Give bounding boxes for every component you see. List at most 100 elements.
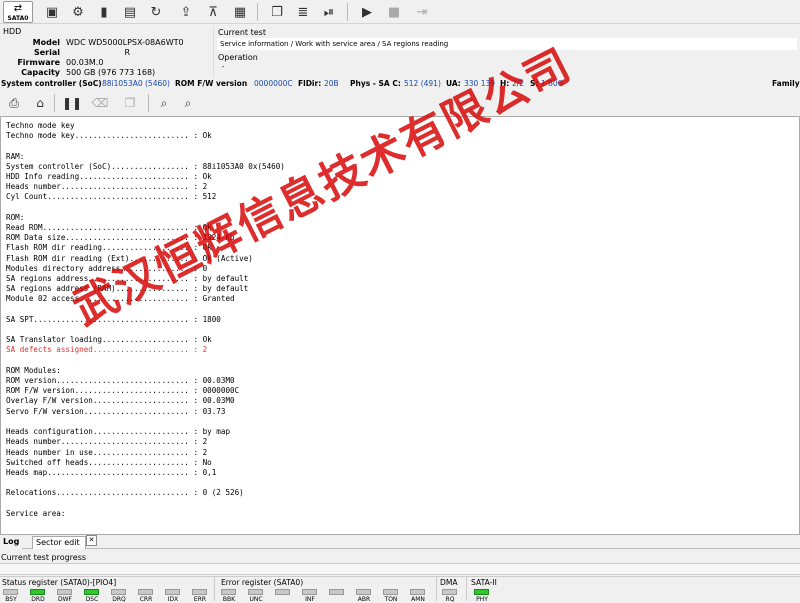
- operation-value: -: [221, 63, 225, 71]
- log-line: Heads map...............................…: [6, 467, 217, 477]
- grid-icon[interactable]: ▦: [230, 2, 250, 22]
- hdd-capacity-row: Capacity 500 GB (976 773 168): [0, 68, 210, 78]
- info-divider: [213, 26, 214, 78]
- sata-port-icon: ⇄: [13, 3, 23, 14]
- close-tab-icon[interactable]: ✕: [86, 535, 97, 546]
- tab-sector-edit[interactable]: Sector edit: [32, 536, 86, 549]
- log-line: Overlay F/W version.....................…: [6, 396, 235, 406]
- progress-label: Current test progress: [1, 553, 87, 562]
- operation-label: Operation: [218, 53, 258, 62]
- log-line: Modules directory address...............…: [6, 263, 208, 273]
- log-line: SA SPT..................................…: [6, 314, 221, 324]
- rom-fw-label: ROM F/W version: [175, 79, 248, 88]
- soc-value: 88i1053A0 (5460): [102, 79, 170, 88]
- log-text: Techno mode key Techno mode key..........…: [6, 121, 285, 519]
- status-led: [356, 589, 371, 595]
- open-log-icon[interactable]: ⌂: [30, 93, 50, 113]
- clear-icon[interactable]: ⌫: [90, 93, 110, 113]
- log-line: ROM Modules:: [6, 365, 61, 375]
- log-line: HDD Info reading........................…: [6, 172, 212, 182]
- status-register-title: Status register (SATA0)-[PIO4]: [2, 578, 117, 587]
- log-line: Flash ROM dir reading (Ext).............…: [6, 253, 253, 263]
- export-icon[interactable]: ⇪: [176, 2, 196, 22]
- hdd-model-key: Model: [32, 38, 60, 47]
- main-toolbar: ⇄ SATA0 ▣ ⚙ ▮ ▤ ↻ ⇪ ⊼ ▦ ❐ ≣ ⏯ ▶ ■ ⇥: [0, 0, 800, 24]
- sata-port-label: SATA0: [7, 15, 29, 22]
- save-icon[interactable]: ▣: [42, 2, 62, 22]
- log-line: Service area:: [6, 508, 66, 518]
- parking-icon[interactable]: ⊼: [203, 2, 223, 22]
- status-led: [57, 589, 72, 595]
- register-divider: [214, 577, 215, 601]
- hdd-serial-row: Serial R: [0, 48, 210, 58]
- step-icon[interactable]: ⏯: [319, 2, 339, 22]
- sata-port-button[interactable]: ⇄ SATA0: [3, 1, 33, 23]
- current-test-label: Current test: [218, 28, 266, 37]
- log-line: Heads number............................…: [6, 182, 208, 192]
- stop-icon[interactable]: ■: [384, 2, 404, 22]
- fldir-value: 20B: [324, 79, 339, 88]
- log-panel[interactable]: Techno mode key Techno mode key..........…: [0, 116, 800, 535]
- h-label: H:: [500, 79, 510, 88]
- log-line: Module 02 access........................…: [6, 294, 235, 304]
- pause-icon[interactable]: ❚❚: [62, 93, 82, 113]
- register-divider: [466, 577, 467, 601]
- soc-label: System controller (SoC): [1, 79, 102, 88]
- log-line: Heads number............................…: [6, 437, 208, 447]
- family-label: Family: [772, 79, 800, 88]
- chip-icon[interactable]: ▮: [94, 2, 114, 22]
- status-led: [275, 589, 290, 595]
- status-led: [474, 589, 489, 595]
- drive-icon[interactable]: ▤: [120, 2, 140, 22]
- settings-icon[interactable]: ⚙: [68, 2, 88, 22]
- copy-log-icon[interactable]: ❐: [120, 93, 140, 113]
- find-icon[interactable]: ⌕: [154, 93, 174, 113]
- play-icon[interactable]: ▶: [357, 2, 377, 22]
- log-line: Flash ROM dir reading...................…: [6, 243, 212, 253]
- stack-icon[interactable]: ≣: [293, 2, 313, 22]
- progress-bar: [0, 563, 800, 575]
- dma-title: DMA: [440, 578, 458, 587]
- hdd-serial-key: Serial: [33, 48, 60, 57]
- log-line: Switched off heads......................…: [6, 457, 212, 467]
- toolbar-divider: [257, 3, 258, 21]
- status-led: [329, 589, 344, 595]
- status-led: [442, 589, 457, 595]
- tab-log[interactable]: Log: [0, 536, 23, 549]
- log-line: Read ROM................................…: [6, 223, 212, 233]
- status-led: [111, 589, 126, 595]
- ua-value: 330 139: [464, 79, 496, 88]
- hdd-capacity-value: 500 GB (976 773 168): [66, 68, 156, 77]
- log-line: Heads configuration.....................…: [6, 427, 231, 437]
- hdd-info-panel: HDD Model WDC WD5000LPSX-08A6WT0 Serial …: [0, 24, 800, 78]
- toolbar-divider: [54, 94, 55, 112]
- status-led: [302, 589, 317, 595]
- log-icon[interactable]: ⇥: [412, 2, 432, 22]
- status-led: [410, 589, 425, 595]
- reload-icon[interactable]: ↻: [146, 2, 166, 22]
- log-line: Heads number in use.....................…: [6, 447, 208, 457]
- status-led: [3, 589, 18, 595]
- log-line: SA Translator loading...................…: [6, 335, 212, 345]
- log-line: ROM:: [6, 212, 25, 222]
- register-divider: [436, 577, 437, 601]
- log-line: ROM F/W version.........................…: [6, 386, 240, 396]
- find-next-icon[interactable]: ⌕: [178, 93, 198, 113]
- status-led: [248, 589, 263, 595]
- log-line: Servo F/W version.......................…: [6, 406, 226, 416]
- log-line: SA regions address (RAM)................…: [6, 284, 249, 294]
- phys-label: Phys - SA C:: [350, 79, 401, 88]
- screenshot-icon[interactable]: ⎙: [4, 93, 24, 113]
- fldir-label: FlDir:: [298, 79, 322, 88]
- toolbar-divider: [347, 3, 348, 21]
- log-line: ROM version.............................…: [6, 376, 235, 386]
- sata-title: SATA-II: [471, 578, 497, 587]
- log-line: RAM:: [6, 151, 25, 161]
- log-line: Techno mode key: [6, 121, 75, 130]
- copy-icon[interactable]: ❐: [267, 2, 287, 22]
- hdd-model-row: Model WDC WD5000LPSX-08A6WT0: [0, 38, 210, 48]
- status-led: [30, 589, 45, 595]
